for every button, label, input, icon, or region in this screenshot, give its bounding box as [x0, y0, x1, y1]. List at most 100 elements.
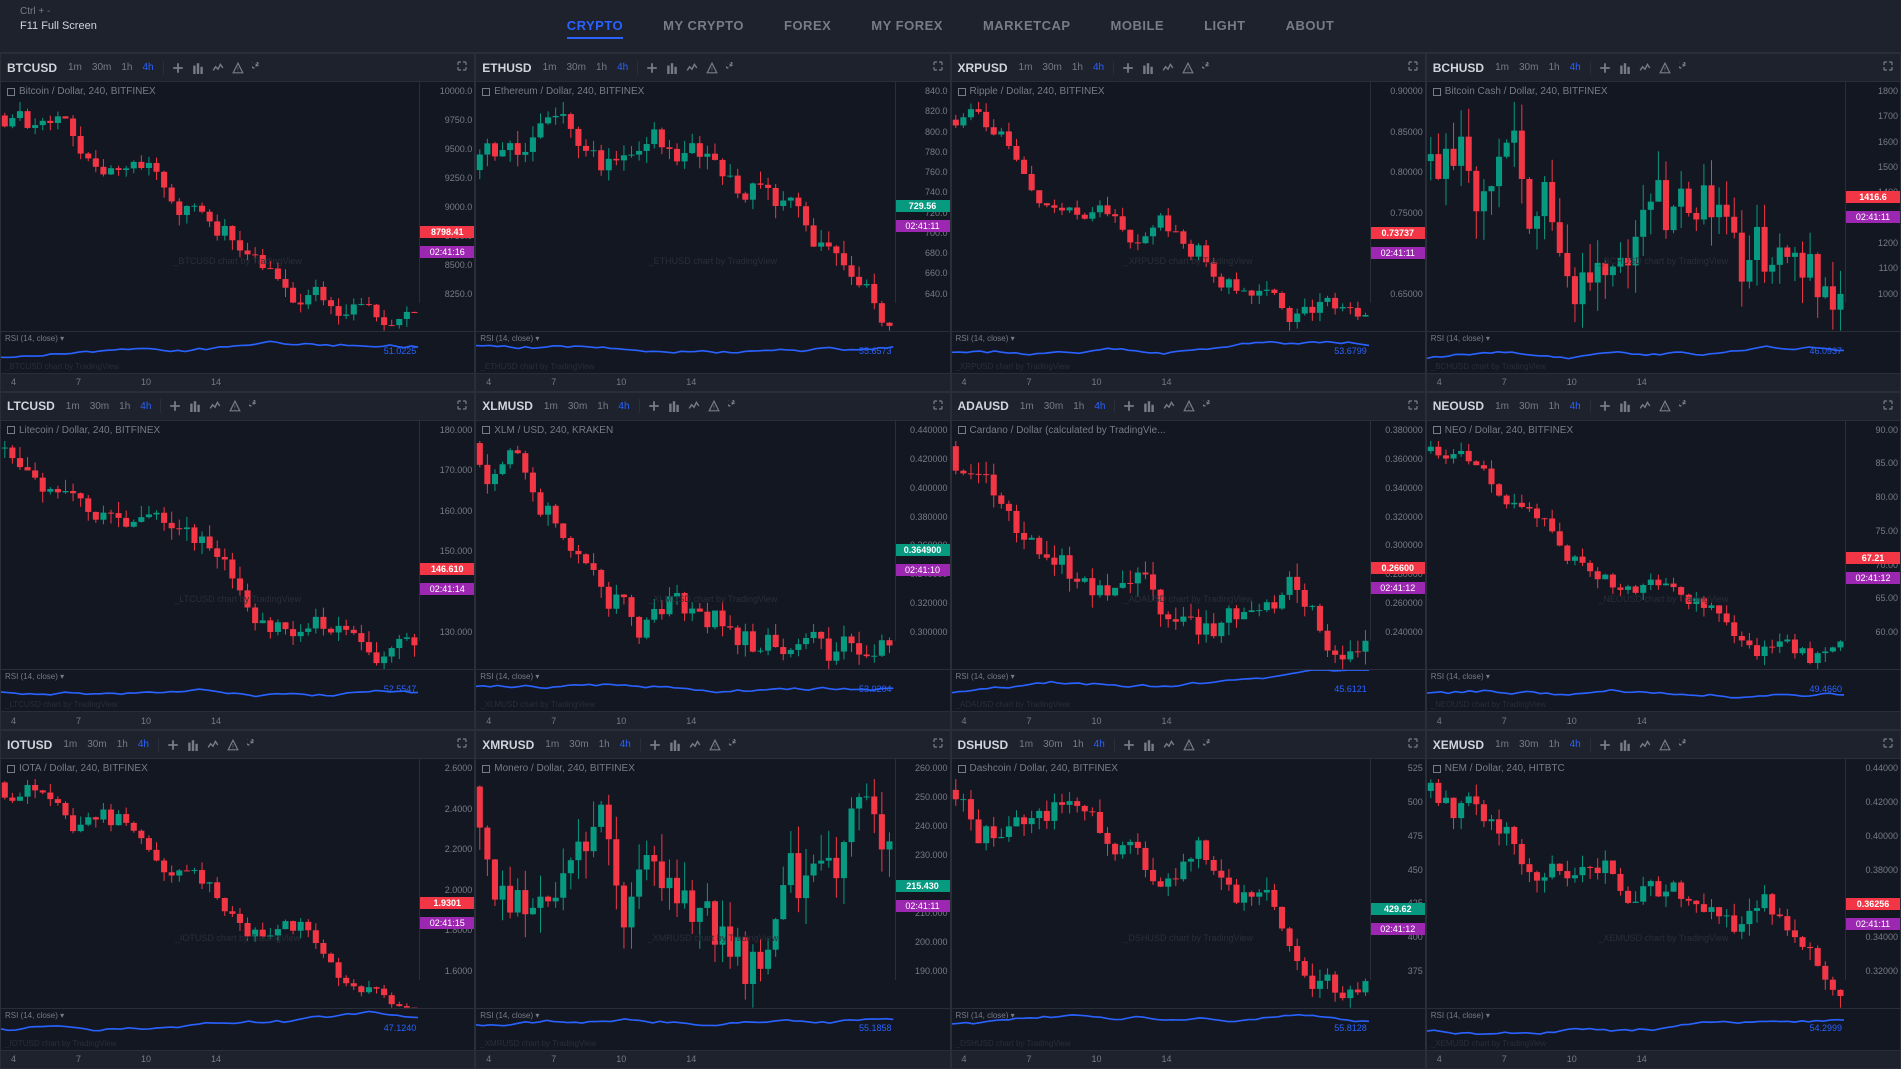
tf-btn-4h-dshusd[interactable]: 4h — [1091, 738, 1108, 751]
expand-btn-xlmusd[interactable] — [932, 399, 944, 414]
indicator-icon-bchusd[interactable] — [1637, 61, 1653, 75]
tf-btn-1h-dshusd[interactable]: 1h — [1070, 738, 1087, 751]
nav-item-myforex[interactable]: MY FOREX — [871, 14, 943, 39]
tf-btn-4h-xlmusd[interactable]: 4h — [615, 400, 632, 413]
indicator-icon-iotusd[interactable] — [205, 738, 221, 752]
tf-btn-30m-xmrusd[interactable]: 30m — [566, 738, 591, 751]
tf-btn-30m-xrpusd[interactable]: 30m — [1039, 61, 1064, 74]
tf-btn-1m-xemusd[interactable]: 1m — [1492, 738, 1512, 751]
replay-icon-xemusd[interactable] — [1677, 738, 1693, 752]
replay-icon-xmrusd[interactable] — [727, 738, 743, 752]
tf-btn-30m-iotusd[interactable]: 30m — [84, 738, 109, 751]
indicator-icon-xlmusd[interactable] — [686, 399, 702, 413]
tf-btn-1m-bchusd[interactable]: 1m — [1492, 61, 1512, 74]
indicator-icon-xrpusd[interactable] — [1160, 61, 1176, 75]
replay-icon-bchusd[interactable] — [1677, 61, 1693, 75]
alert-icon-xlmusd[interactable]: ! — [706, 399, 722, 413]
tf-btn-1m-neousd[interactable]: 1m — [1492, 400, 1512, 413]
indicator-icon-ltcusd[interactable] — [207, 399, 223, 413]
alert-icon-ethusd[interactable]: ! — [704, 61, 720, 75]
indicator-icon-ethusd[interactable] — [684, 61, 700, 75]
expand-btn-bchusd[interactable] — [1882, 60, 1894, 75]
tf-btn-30m-neousd[interactable]: 30m — [1516, 400, 1541, 413]
nav-item-mycrypto[interactable]: MY CRYPTO — [663, 14, 744, 39]
bar-type-icon-adausd[interactable] — [1141, 399, 1157, 413]
alert-icon-bchusd[interactable]: ! — [1657, 61, 1673, 75]
alert-icon-iotusd[interactable]: ! — [225, 738, 241, 752]
tf-btn-1h-btcusd[interactable]: 1h — [118, 61, 135, 74]
bar-type-icon-dshusd[interactable] — [1141, 738, 1157, 752]
bar-type-icon-iotusd[interactable] — [185, 738, 201, 752]
tf-btn-1m-dshusd[interactable]: 1m — [1016, 738, 1036, 751]
tf-btn-4h-adausd[interactable]: 4h — [1091, 400, 1108, 413]
alert-icon-xemusd[interactable]: ! — [1657, 738, 1673, 752]
bar-type-icon-bchusd[interactable] — [1617, 61, 1633, 75]
tf-btn-4h-xemusd[interactable]: 4h — [1567, 738, 1584, 751]
tf-btn-1h-xmrusd[interactable]: 1h — [596, 738, 613, 751]
tf-btn-30m-ethusd[interactable]: 30m — [564, 61, 589, 74]
expand-btn-neousd[interactable] — [1882, 399, 1894, 414]
indicator-icon-xemusd[interactable] — [1637, 738, 1653, 752]
compare-icon-ethusd[interactable] — [644, 61, 660, 75]
nav-item-marketcap[interactable]: MARKETCAP — [983, 14, 1071, 39]
nav-item-light[interactable]: LIGHT — [1204, 14, 1246, 39]
replay-icon-neousd[interactable] — [1677, 399, 1693, 413]
tf-btn-1m-xlmusd[interactable]: 1m — [541, 400, 561, 413]
alert-icon-xmrusd[interactable]: ! — [707, 738, 723, 752]
replay-icon-ltcusd[interactable] — [247, 399, 263, 413]
bar-type-icon-ethusd[interactable] — [664, 61, 680, 75]
replay-icon-adausd[interactable] — [1201, 399, 1217, 413]
bar-type-icon-ltcusd[interactable] — [187, 399, 203, 413]
tf-btn-1h-xrpusd[interactable]: 1h — [1069, 61, 1086, 74]
expand-btn-btcusd[interactable] — [456, 60, 468, 75]
tf-btn-1m-xmrusd[interactable]: 1m — [542, 738, 562, 751]
tf-btn-4h-ltcusd[interactable]: 4h — [137, 400, 154, 413]
tf-btn-1m-btcusd[interactable]: 1m — [65, 61, 85, 74]
replay-icon-dshusd[interactable] — [1201, 738, 1217, 752]
bar-type-icon-btcusd[interactable] — [190, 61, 206, 75]
replay-icon-xlmusd[interactable] — [726, 399, 742, 413]
indicator-icon-xmrusd[interactable] — [687, 738, 703, 752]
tf-btn-30m-ltcusd[interactable]: 30m — [87, 400, 112, 413]
expand-btn-iotusd[interactable] — [456, 737, 468, 752]
compare-icon-btcusd[interactable] — [170, 61, 186, 75]
bar-type-icon-xemusd[interactable] — [1617, 738, 1633, 752]
nav-item-forex[interactable]: FOREX — [784, 14, 831, 39]
indicator-icon-neousd[interactable] — [1637, 399, 1653, 413]
tf-btn-4h-ethusd[interactable]: 4h — [614, 61, 631, 74]
compare-icon-neousd[interactable] — [1597, 399, 1613, 413]
tf-btn-1m-adausd[interactable]: 1m — [1017, 400, 1037, 413]
tf-btn-30m-xemusd[interactable]: 30m — [1516, 738, 1541, 751]
expand-btn-ltcusd[interactable] — [456, 399, 468, 414]
replay-icon-iotusd[interactable] — [245, 738, 261, 752]
tf-btn-30m-dshusd[interactable]: 30m — [1040, 738, 1065, 751]
tf-btn-4h-bchusd[interactable]: 4h — [1567, 61, 1584, 74]
alert-icon-xrpusd[interactable]: ! — [1180, 61, 1196, 75]
alert-icon-dshusd[interactable]: ! — [1181, 738, 1197, 752]
tf-btn-1h-ethusd[interactable]: 1h — [593, 61, 610, 74]
tf-btn-1h-ltcusd[interactable]: 1h — [116, 400, 133, 413]
expand-btn-dshusd[interactable] — [1407, 737, 1419, 752]
tf-btn-1m-ltcusd[interactable]: 1m — [63, 400, 83, 413]
compare-icon-ltcusd[interactable] — [167, 399, 183, 413]
tf-btn-1m-ethusd[interactable]: 1m — [540, 61, 560, 74]
compare-icon-dshusd[interactable] — [1121, 738, 1137, 752]
tf-btn-1h-iotusd[interactable]: 1h — [114, 738, 131, 751]
tf-btn-30m-xlmusd[interactable]: 30m — [565, 400, 590, 413]
indicator-icon-btcusd[interactable] — [210, 61, 226, 75]
compare-icon-iotusd[interactable] — [165, 738, 181, 752]
alert-icon-adausd[interactable]: ! — [1181, 399, 1197, 413]
tf-btn-30m-btcusd[interactable]: 30m — [89, 61, 114, 74]
tf-btn-4h-neousd[interactable]: 4h — [1567, 400, 1584, 413]
alert-icon-ltcusd[interactable]: ! — [227, 399, 243, 413]
nav-item-about[interactable]: ABOUT — [1286, 14, 1335, 39]
tf-btn-1h-adausd[interactable]: 1h — [1070, 400, 1087, 413]
f11-hint[interactable]: F11 Full Screen — [20, 20, 97, 32]
bar-type-icon-xrpusd[interactable] — [1140, 61, 1156, 75]
tf-btn-1h-xemusd[interactable]: 1h — [1545, 738, 1562, 751]
compare-icon-xrpusd[interactable] — [1120, 61, 1136, 75]
tf-btn-1h-neousd[interactable]: 1h — [1545, 400, 1562, 413]
compare-icon-xemusd[interactable] — [1597, 738, 1613, 752]
expand-btn-adausd[interactable] — [1407, 399, 1419, 414]
nav-item-crypto[interactable]: CRYPTO — [567, 14, 623, 39]
